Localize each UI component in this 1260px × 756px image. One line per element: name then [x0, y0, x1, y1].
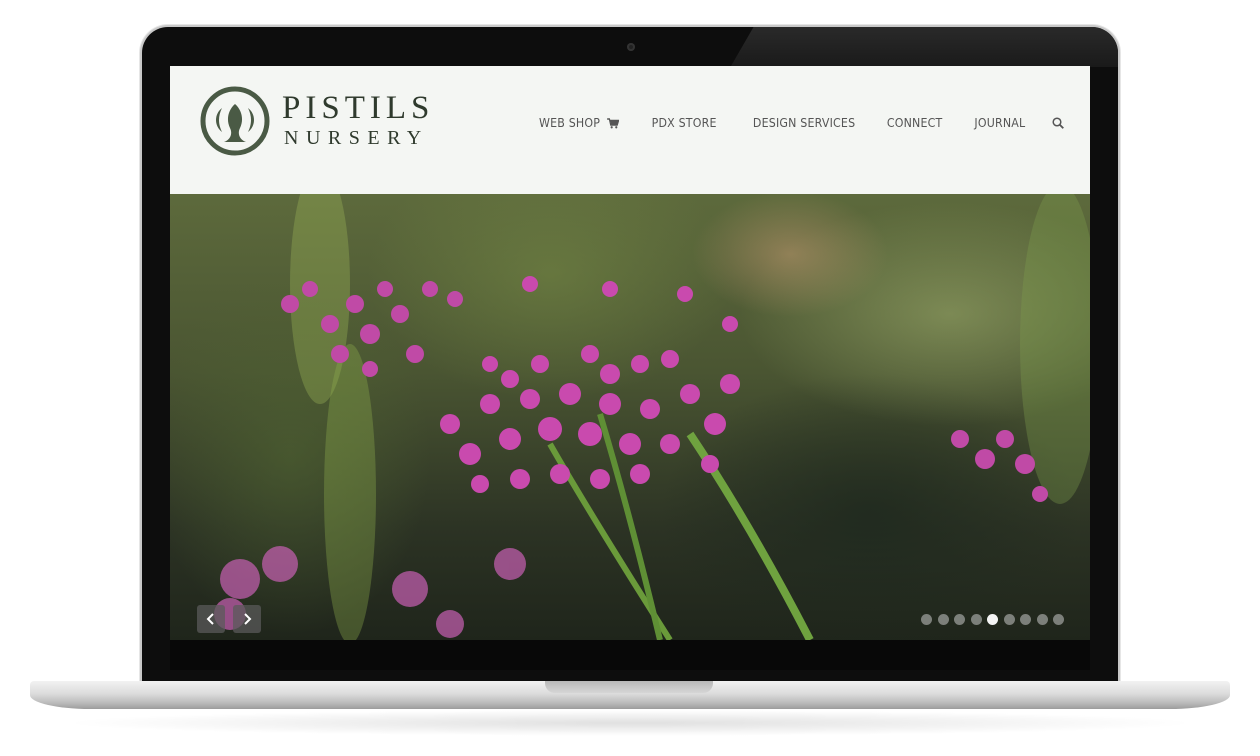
chevron-left-icon — [206, 613, 214, 625]
slider-dot[interactable] — [1053, 614, 1064, 625]
laptop-screen: PISTILS NURSERY WEB SHOP PDX STORE DESIG… — [170, 66, 1090, 640]
laptop-bezel: PISTILS NURSERY WEB SHOP PDX STORE DESIG… — [142, 27, 1118, 687]
cart-icon — [607, 117, 620, 128]
slider-dot[interactable] — [970, 614, 982, 625]
slider-dot[interactable] — [1036, 614, 1048, 625]
slider-dot[interactable] — [987, 614, 998, 625]
hero-flower-photo — [214, 194, 1090, 640]
main-nav: WEB SHOP PDX STORE DESIGN SERVICES CONNE… — [505, 116, 1064, 130]
nav-connect[interactable]: CONNECT — [887, 116, 943, 130]
slider-dot[interactable] — [937, 614, 949, 625]
logo-wordmark-line2[interactable]: NURSERY — [284, 128, 429, 148]
logo-mark[interactable] — [200, 86, 270, 156]
nav-design-services[interactable]: DESIGN SERVICES — [753, 116, 855, 130]
screen-bezel-bottom — [170, 640, 1090, 670]
slider-dot[interactable] — [954, 614, 965, 625]
bezel-gloss — [730, 27, 1118, 67]
laptop-shadow — [60, 710, 1200, 736]
search-icon[interactable] — [1052, 117, 1064, 129]
laptop-notch — [545, 681, 713, 693]
camera — [627, 43, 635, 51]
slider-dot[interactable] — [921, 614, 932, 625]
site-header: PISTILS NURSERY WEB SHOP PDX STORE DESIG… — [170, 66, 1090, 194]
slider-pagination — [916, 614, 1064, 625]
nav-web-shop[interactable]: WEB SHOP — [538, 116, 620, 130]
slider-prev-button[interactable] — [197, 605, 225, 633]
nav-pdx-store[interactable]: PDX STORE — [652, 116, 717, 130]
slider-dot[interactable] — [1003, 614, 1015, 625]
nav-web-shop-label: WEB SHOP — [538, 116, 600, 130]
hero-slider — [170, 194, 1090, 640]
slider-dot[interactable] — [1020, 614, 1031, 625]
nav-journal[interactable]: JOURNAL — [974, 116, 1025, 130]
logo-wordmark-line1[interactable]: PISTILS — [282, 92, 434, 125]
slider-next-button[interactable] — [233, 605, 261, 633]
chevron-right-icon — [244, 613, 252, 625]
